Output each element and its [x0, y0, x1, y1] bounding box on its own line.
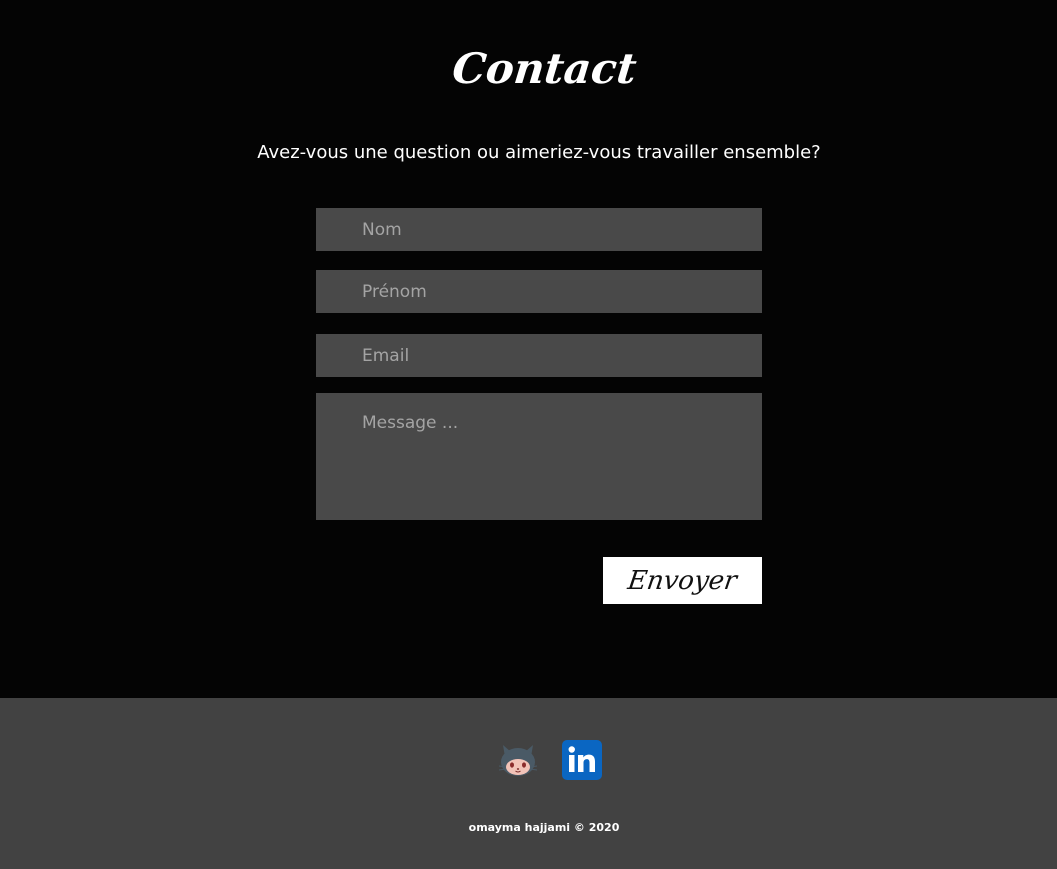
email-field[interactable] [316, 334, 762, 377]
nom-field[interactable] [316, 208, 762, 251]
send-button[interactable]: Envoyer [603, 557, 762, 604]
message-field[interactable] [316, 393, 762, 520]
contact-page: Contact Avez-vous une question ou aimeri… [0, 0, 1057, 869]
page-title: Contact [450, 44, 639, 93]
contact-section: Contact Avez-vous une question ou aimeri… [0, 0, 1057, 698]
footer [0, 698, 1057, 869]
copyright-text: omayma hajjami © 2020 [468, 821, 620, 834]
linkedin-link[interactable] [561, 739, 603, 781]
github-octocat-icon [498, 745, 538, 776]
contact-subtitle: Avez-vous une question ou aimeriez-vous … [257, 142, 821, 163]
linkedin-icon [562, 740, 602, 780]
send-button-label: Envoyer [626, 565, 739, 596]
github-link[interactable] [497, 739, 539, 781]
prenom-field[interactable] [316, 270, 762, 313]
